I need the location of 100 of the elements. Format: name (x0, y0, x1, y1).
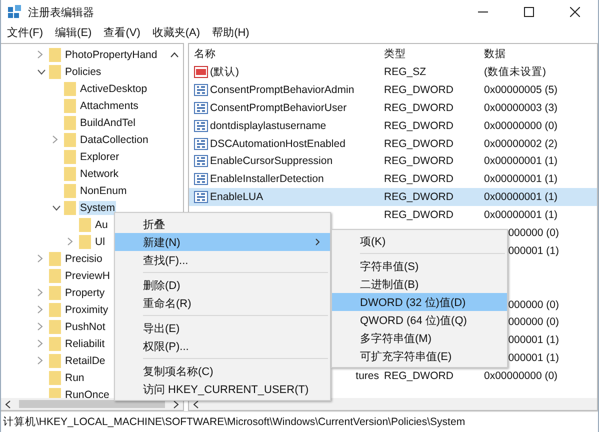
tree-item[interactable]: Ul (94, 234, 106, 248)
menu-option[interactable]: 查找(F)... (115, 251, 330, 269)
tree-item[interactable]: Au (94, 218, 109, 232)
tree-item[interactable]: Explorer (79, 150, 120, 164)
menu-option[interactable]: 权限(P)... (115, 337, 330, 355)
value-data: 000001 (1) (508, 352, 559, 364)
scroll-up-icon[interactable] (170, 52, 179, 58)
value-name: EnableLUA (210, 191, 264, 204)
tree-item[interactable]: RetailDe (64, 354, 106, 368)
tree-item[interactable]: ActiveDesktop (79, 82, 148, 96)
value-data: 000000 (0) (508, 226, 559, 239)
value-data: 0x00000003 (3) (484, 102, 558, 114)
value-type: REG_DWORD (384, 370, 454, 382)
value-name: EnableInstallerDetection (210, 173, 324, 186)
tree-item[interactable]: RunOnce (64, 388, 110, 398)
value-data: 0x00000000 (0) (484, 120, 558, 132)
value-name: dontdisplaylastusername (210, 120, 326, 132)
value-type: REG_DWORD (384, 173, 454, 186)
value-data: (数值未设置) (484, 64, 546, 79)
tree-item[interactable]: PushNot (64, 320, 106, 334)
value-name: DSCAutomationHostEnabled (210, 138, 346, 150)
folder-icon (49, 64, 61, 78)
column-header[interactable]: 类型 (379, 46, 479, 60)
value-type: REG_SZ (384, 66, 426, 78)
folder-icon (49, 252, 61, 266)
registry-icon (8, 5, 22, 19)
tree-item[interactable]: Proximity (64, 302, 110, 316)
tree-item[interactable]: PreviewH (64, 268, 111, 282)
value-type: REG_DWORD (384, 84, 454, 96)
folder-icon (79, 234, 91, 248)
value-name: (默认) (210, 64, 239, 79)
value-name: ConsentPromptBehaviorAdmin (210, 84, 354, 96)
menu-option[interactable]: 重命名(R) (115, 294, 330, 312)
menu-option[interactable]: 导出(E) (115, 319, 330, 337)
maximize-icon[interactable] (524, 7, 534, 17)
folder-icon (49, 268, 61, 282)
value-type: REG_DWORD (384, 138, 454, 150)
value-name: ConsentPromptBehaviorUser (210, 102, 347, 114)
tree-item[interactable]: Policies (64, 64, 102, 78)
menu-item[interactable]: 编辑(E) (55, 25, 92, 40)
value-data: 0x00000001 (1) (484, 209, 558, 222)
menu-item[interactable]: 查看(V) (104, 25, 140, 40)
tree-item[interactable]: Attachments (79, 98, 140, 112)
menu-item[interactable]: 文件(F) (7, 25, 44, 40)
folder-icon (49, 336, 61, 350)
folder-icon (49, 302, 61, 316)
value-type: REG_DWORD (384, 120, 454, 132)
selected-row[interactable]: EnableLUA REG_DWORD 0x00000001 (1) (189, 188, 597, 206)
menu-option[interactable]: 项(K) (332, 232, 507, 250)
folder-icon (49, 370, 61, 384)
folder-icon (64, 184, 76, 198)
value-data: 0x00000001 (1) (484, 155, 558, 168)
tree-item[interactable]: BuildAndTel (79, 116, 136, 130)
tree-item[interactable]: Network (79, 166, 120, 180)
scroll-left-icon[interactable] (193, 400, 199, 408)
value-name: tures (356, 370, 379, 382)
tree-item[interactable]: System (79, 200, 116, 214)
folder-icon (49, 48, 61, 62)
tree-item[interactable]: Property (64, 286, 106, 300)
scroll-left-icon[interactable] (5, 400, 11, 408)
tree-item[interactable]: Reliabilit (64, 336, 106, 350)
tree-item[interactable]: DataCollection (79, 132, 150, 146)
menu-option[interactable]: QWORD (64 位)值(Q) (332, 311, 507, 329)
value-data: 000000 (0) (508, 298, 559, 311)
menu-option[interactable]: 复制项名称(C) (115, 362, 330, 380)
menu-item[interactable]: 收藏夹(A) (152, 25, 200, 40)
value-type: REG_DWORD (384, 191, 454, 204)
value-type: REG_DWORD (384, 209, 454, 222)
value-data: 0x00000001 (1) (484, 173, 558, 186)
tree-item[interactable]: PhotoPropertyHand (64, 48, 158, 62)
tree-item[interactable]: Run (64, 370, 86, 384)
value-name: EnableCursorSuppression (210, 155, 333, 168)
status-path: 计算机\HKEY_LOCAL_MACHINE\SOFTWARE\Microsoft\Windows\CurrentVersion\Policies\System (3, 415, 466, 429)
menu-item[interactable]: 帮助(H) (212, 25, 250, 40)
menu-option[interactable]: 删除(D) (115, 276, 330, 294)
folder-icon (64, 98, 76, 112)
folder-icon (49, 286, 61, 300)
tree-item[interactable]: Precisio (64, 252, 104, 266)
folder-icon (49, 354, 61, 368)
menu-option[interactable]: 访问 HKEY_CURRENT_USER(T) (115, 380, 330, 398)
menu-option[interactable]: 可扩充字符串值(E) (332, 347, 507, 365)
menu-option[interactable]: DWORD (32 位)值(D) (332, 293, 507, 311)
menu-option[interactable]: 字符串值(S) (332, 257, 507, 275)
menu-option[interactable]: 折叠 (115, 215, 330, 233)
value-data: 0x00000000 (0) (484, 370, 558, 382)
value-data: 0x00000005 (5) (484, 84, 558, 96)
column-header[interactable]: 数据 (479, 46, 559, 60)
column-header[interactable]: 名称 (189, 46, 379, 60)
scroll-right-icon[interactable] (173, 400, 179, 408)
value-data: 0x00000002 (2) (484, 138, 558, 150)
menu-option[interactable]: 新建(N) (115, 233, 330, 251)
folder-icon (79, 218, 91, 232)
close-icon[interactable] (570, 7, 580, 17)
menu-option[interactable]: 多字符串值(M) (332, 329, 507, 347)
tree-item[interactable]: NonEnum (79, 184, 128, 198)
folder-icon (64, 150, 76, 164)
folder-icon (64, 166, 76, 180)
menu-option[interactable]: 二进制值(B) (332, 275, 507, 293)
value-type: REG_DWORD (384, 102, 454, 114)
scrollbar-thumb[interactable] (19, 400, 165, 408)
